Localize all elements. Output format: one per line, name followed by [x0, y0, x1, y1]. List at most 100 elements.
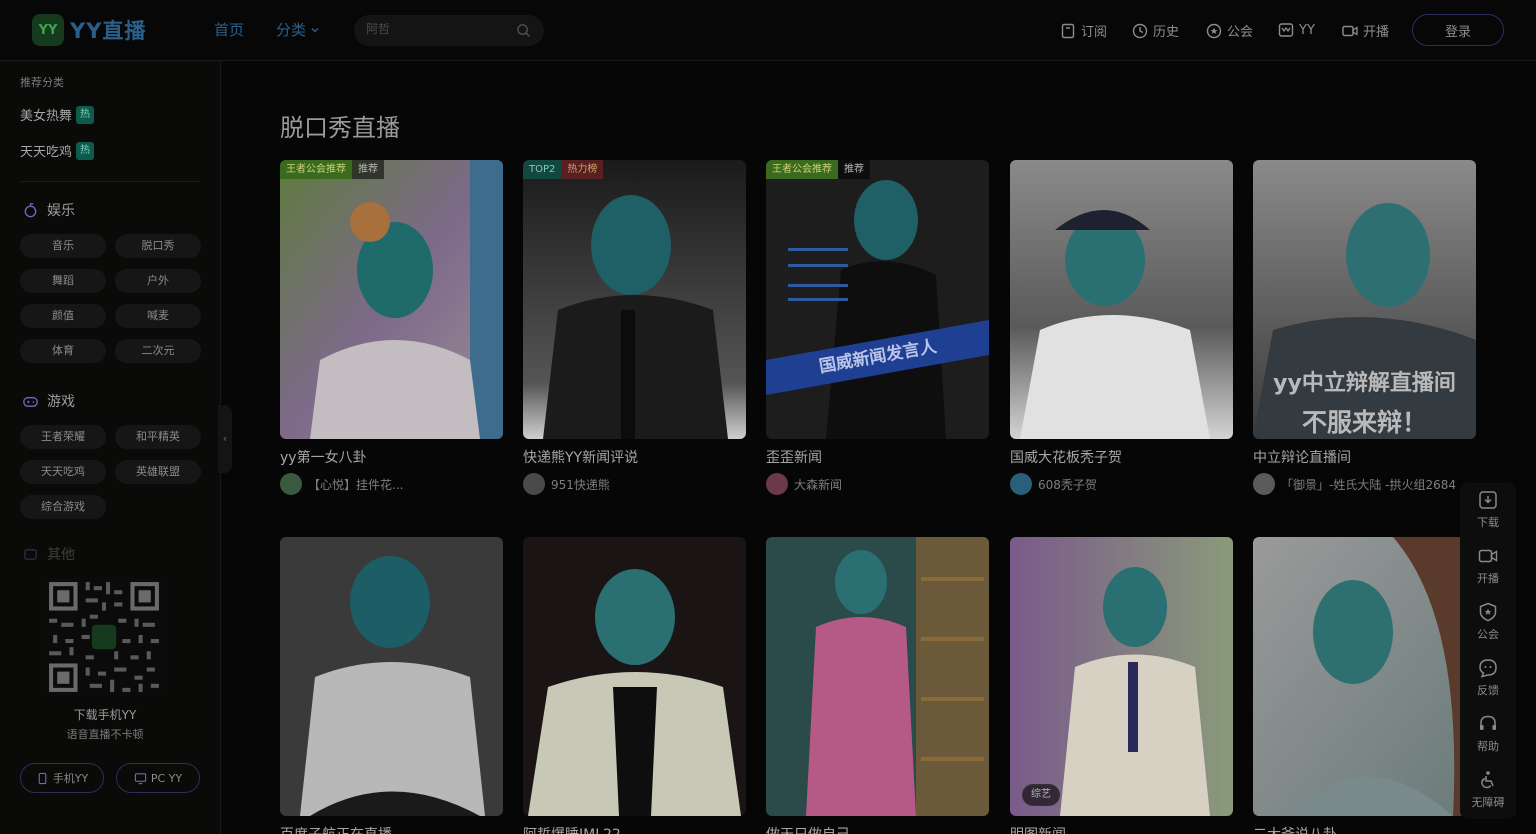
category-chip[interactable]: 喊麦	[115, 304, 201, 328]
category-chip[interactable]: 音乐	[20, 234, 106, 258]
category-chip[interactable]: 舞蹈	[20, 269, 106, 293]
other-heading: 其他	[22, 544, 75, 564]
card-title[interactable]: 做天只做自己	[766, 824, 989, 834]
live-card[interactable]: 王者公会推荐 推荐 国威新闻发言人 歪歪新闻 大森新闻	[766, 160, 989, 495]
category-chip[interactable]: 综合游戏	[20, 495, 106, 519]
category-chip[interactable]: 脱口秀	[115, 234, 201, 258]
sidebar-collapse-handle[interactable]: ‹	[218, 405, 232, 473]
category-chip[interactable]: 颜值	[20, 304, 106, 328]
yy-button[interactable]: YY	[1277, 21, 1315, 39]
card-thumbnail[interactable]	[766, 537, 989, 816]
host-name: 「御景」-姓氏大陆 -拱火组2684	[1281, 477, 1457, 492]
host-avatar	[523, 473, 545, 495]
card-title[interactable]: 明图新闻	[1010, 824, 1233, 834]
download-button[interactable]: 下载	[1460, 489, 1516, 530]
other-icon	[24, 548, 37, 560]
top-rank-badge: TOP2	[523, 160, 562, 179]
go-live-float-button[interactable]: 开播	[1460, 545, 1516, 586]
stream-thumbnail-art	[1253, 160, 1476, 439]
bookmark-icon	[1061, 23, 1075, 38]
go-live-float-label: 开播	[1477, 572, 1499, 585]
host-name: 951快递熊	[551, 477, 610, 492]
games-title: 游戏	[47, 394, 75, 410]
video-camera-icon	[1478, 549, 1498, 563]
badge-row: TOP2 热力榜	[523, 160, 604, 179]
card-title[interactable]: 百度子航正在直播	[280, 824, 503, 834]
pc-yy-button[interactable]: PC YY	[116, 763, 200, 793]
live-card[interactable]: 王者公会推荐 推荐 yy第一女八卦 【心悦】挂件花...	[280, 160, 503, 495]
category-chip[interactable]: 王者荣耀	[20, 425, 106, 449]
sidebar-item-label: 天天吃鸡	[20, 145, 73, 160]
live-card[interactable]: 综艺 明图新闻	[1010, 537, 1233, 834]
card-title[interactable]: 阿哲爆睡IML22	[523, 824, 746, 834]
video-camera-icon	[1342, 25, 1358, 36]
host-name: 【心悦】挂件花...	[308, 477, 404, 492]
card-title[interactable]: 国威大花板秃子贺	[1010, 447, 1233, 467]
go-live-button[interactable]: 开播	[1341, 21, 1389, 40]
subscribe-button[interactable]: 订阅	[1059, 21, 1107, 40]
live-card[interactable]: 国威大花板秃子贺 608秃子贺	[1010, 160, 1233, 495]
stream-thumbnail-art	[280, 160, 503, 439]
card-thumbnail[interactable]: TOP2 热力榜	[523, 160, 746, 439]
category-chip[interactable]: 二次元	[115, 339, 201, 363]
card-thumbnail[interactable]	[280, 537, 503, 816]
category-chip[interactable]: 户外	[115, 269, 201, 293]
category-chip[interactable]: 和平精英	[115, 425, 201, 449]
recommend-title: 推荐分类	[20, 76, 64, 89]
recommend-badge: 推荐	[838, 160, 870, 179]
yy-logo[interactable]: YY YY直播	[32, 14, 146, 46]
history-button[interactable]: 历史	[1131, 21, 1179, 40]
recommend-badge: 推荐	[352, 160, 384, 179]
card-thumbnail[interactable]: 王者公会推荐 推荐 国威新闻发言人	[766, 160, 989, 439]
card-thumbnail[interactable]: 王者公会推荐 推荐	[280, 160, 503, 439]
qr-code	[45, 578, 163, 696]
top-header: YY YY直播 首页 分类 订阅 历史 公会 YY 开播 登录	[0, 0, 1536, 61]
host-avatar	[1010, 473, 1032, 495]
phone-icon	[38, 772, 47, 784]
nav-home[interactable]: 首页	[214, 19, 244, 40]
go-live-label: 开播	[1363, 25, 1390, 40]
sidebar-item-dance[interactable]: 美女热舞 热	[20, 105, 95, 124]
accessibility-button[interactable]: 无障碍	[1460, 769, 1516, 810]
category-chip[interactable]: 体育	[20, 339, 106, 363]
host-avatar	[766, 473, 788, 495]
card-thumbnail[interactable]	[1253, 537, 1476, 816]
guild-button[interactable]: 公会	[1205, 21, 1253, 40]
nav-category[interactable]: 分类	[276, 19, 320, 40]
card-thumbnail[interactable]	[1010, 160, 1233, 439]
category-tag: 综艺	[1022, 784, 1060, 806]
yy-label: YY	[1299, 22, 1315, 38]
download-icon	[1479, 491, 1497, 509]
host-avatar	[280, 473, 302, 495]
card-title[interactable]: 快递熊YY新闻评说	[523, 447, 746, 467]
live-card[interactable]: TOP2 热力榜 快递熊YY新闻评说 951快递熊	[523, 160, 746, 495]
card-title[interactable]: yy第一女八卦	[280, 447, 503, 467]
card-thumbnail[interactable]: 综艺	[1010, 537, 1233, 816]
category-chip[interactable]: 英雄联盟	[115, 460, 201, 484]
download-title: 下载手机YY	[73, 708, 137, 722]
card-host: 951快递熊	[523, 473, 746, 495]
live-card[interactable]: 百度子航正在直播	[280, 537, 503, 834]
live-card[interactable]: 阿哲爆睡IML22	[523, 537, 746, 834]
pc-yy-label: PC YY	[150, 771, 183, 785]
guild-float-button[interactable]: 公会	[1460, 601, 1516, 642]
category-chip[interactable]: 天天吃鸡	[20, 460, 106, 484]
help-button[interactable]: 帮助	[1460, 713, 1516, 754]
live-card[interactable]: 做天只做自己	[766, 537, 989, 834]
card-title[interactable]: 歪歪新闻	[766, 447, 989, 467]
entertainment-heading: 娱乐	[22, 200, 75, 220]
live-card[interactable]: 二大爷说八卦	[1253, 537, 1476, 834]
card-thumbnail[interactable]: yy中立辩解直播间 不服来辩！	[1253, 160, 1476, 439]
card-title[interactable]: 二大爷说八卦	[1253, 824, 1476, 834]
card-title[interactable]: 中立辩论直播间	[1253, 447, 1476, 467]
card-host: 大森新闻	[766, 473, 989, 495]
card-thumbnail[interactable]	[523, 537, 746, 816]
hot-badge: 热	[76, 141, 95, 160]
search-icon[interactable]	[516, 23, 531, 38]
sidebar-item-pubg[interactable]: 天天吃鸡 热	[20, 141, 95, 160]
login-button[interactable]: 登录	[1412, 14, 1504, 46]
feedback-button[interactable]: 反馈	[1460, 657, 1516, 698]
live-card[interactable]: yy中立辩解直播间 不服来辩！ 中立辩论直播间 「御景」-姓氏大陆 -拱火组26…	[1253, 160, 1476, 495]
search-input[interactable]	[366, 22, 506, 36]
mobile-yy-button[interactable]: 手机YY	[20, 763, 104, 793]
